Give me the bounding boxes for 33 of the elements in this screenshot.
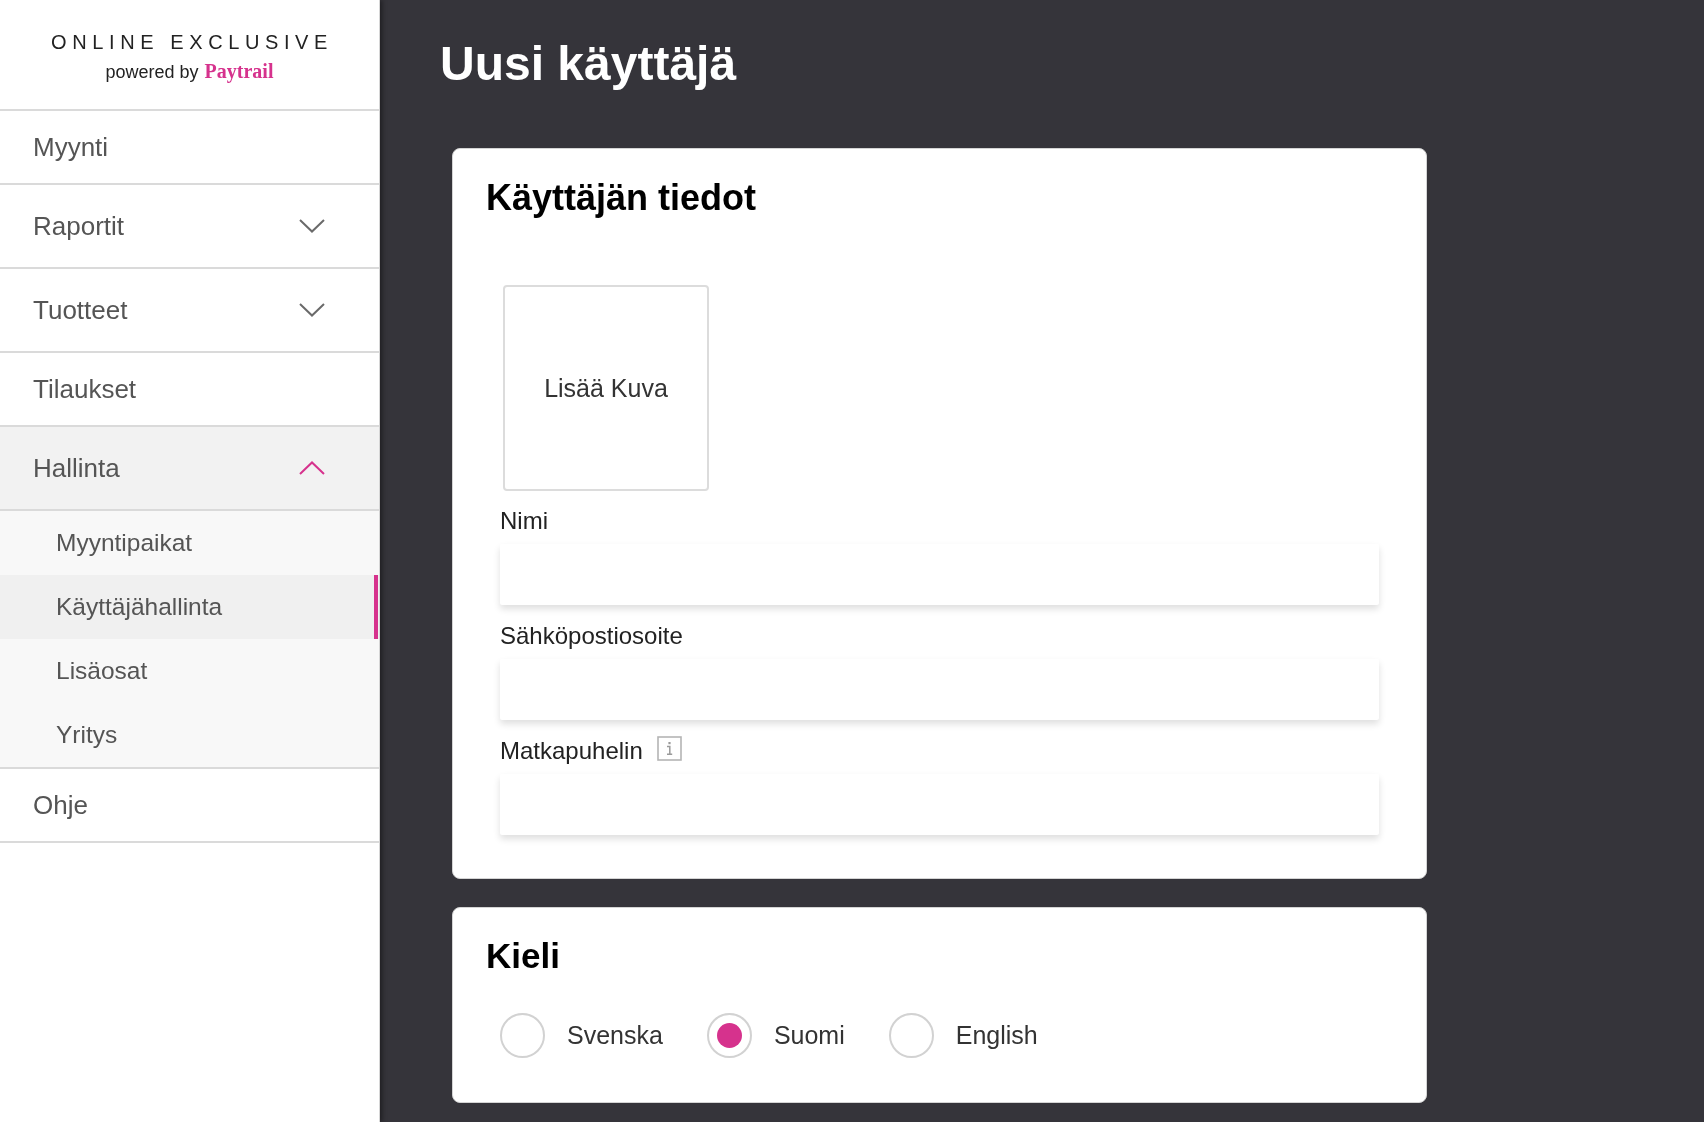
page-title: Uusi käyttäjä — [440, 36, 737, 92]
submenu-item[interactable]: Yritys — [0, 703, 379, 767]
logo-title: ONLINE EXCLUSIVE — [51, 30, 333, 54]
input-field[interactable] — [500, 544, 1379, 605]
field-label: Sähköpostiosoite — [500, 622, 683, 649]
input-field[interactable] — [500, 659, 1379, 720]
chevron-up-icon[interactable] — [299, 461, 325, 475]
submenu-item[interactable]: Myyntipaikat — [0, 511, 379, 575]
submenu-item[interactable]: Käyttäjähallinta — [0, 575, 379, 639]
radio-button[interactable] — [888, 1013, 934, 1058]
add-photo-button[interactable]: Lisää Kuva — [503, 285, 709, 491]
card-title: Kieli — [486, 935, 560, 977]
logo-tagline: powered by — [105, 61, 199, 83]
radio-label[interactable]: Svenska — [567, 1021, 663, 1050]
radio-button[interactable] — [706, 1013, 752, 1058]
radio-label[interactable]: Suomi — [773, 1021, 845, 1050]
radio-label[interactable]: English — [955, 1021, 1038, 1050]
logo-brand: Paytrail — [204, 59, 274, 83]
sidebar-item[interactable]: Myynti — [0, 111, 379, 185]
chevron-down-icon[interactable] — [299, 303, 325, 317]
input-field[interactable] — [500, 774, 1379, 835]
field-label: Nimi — [500, 507, 548, 534]
chevron-down-icon[interactable] — [299, 219, 325, 233]
radio-button[interactable] — [500, 1013, 545, 1058]
sidebar-item[interactable]: Tilaukset — [0, 353, 379, 427]
submenu-item[interactable]: Lisäosat — [0, 639, 379, 703]
sidebar-item[interactable]: Raportit — [0, 185, 379, 269]
sidebar-item[interactable]: Tuotteet — [0, 269, 379, 353]
field-label: Matkapuhelin — [500, 737, 643, 764]
sidebar-item[interactable]: Hallinta — [0, 427, 379, 511]
sidebar-item[interactable]: Ohje — [0, 769, 379, 843]
info-icon[interactable] — [656, 736, 682, 761]
card-title: Käyttäjän tiedot — [486, 177, 757, 219]
